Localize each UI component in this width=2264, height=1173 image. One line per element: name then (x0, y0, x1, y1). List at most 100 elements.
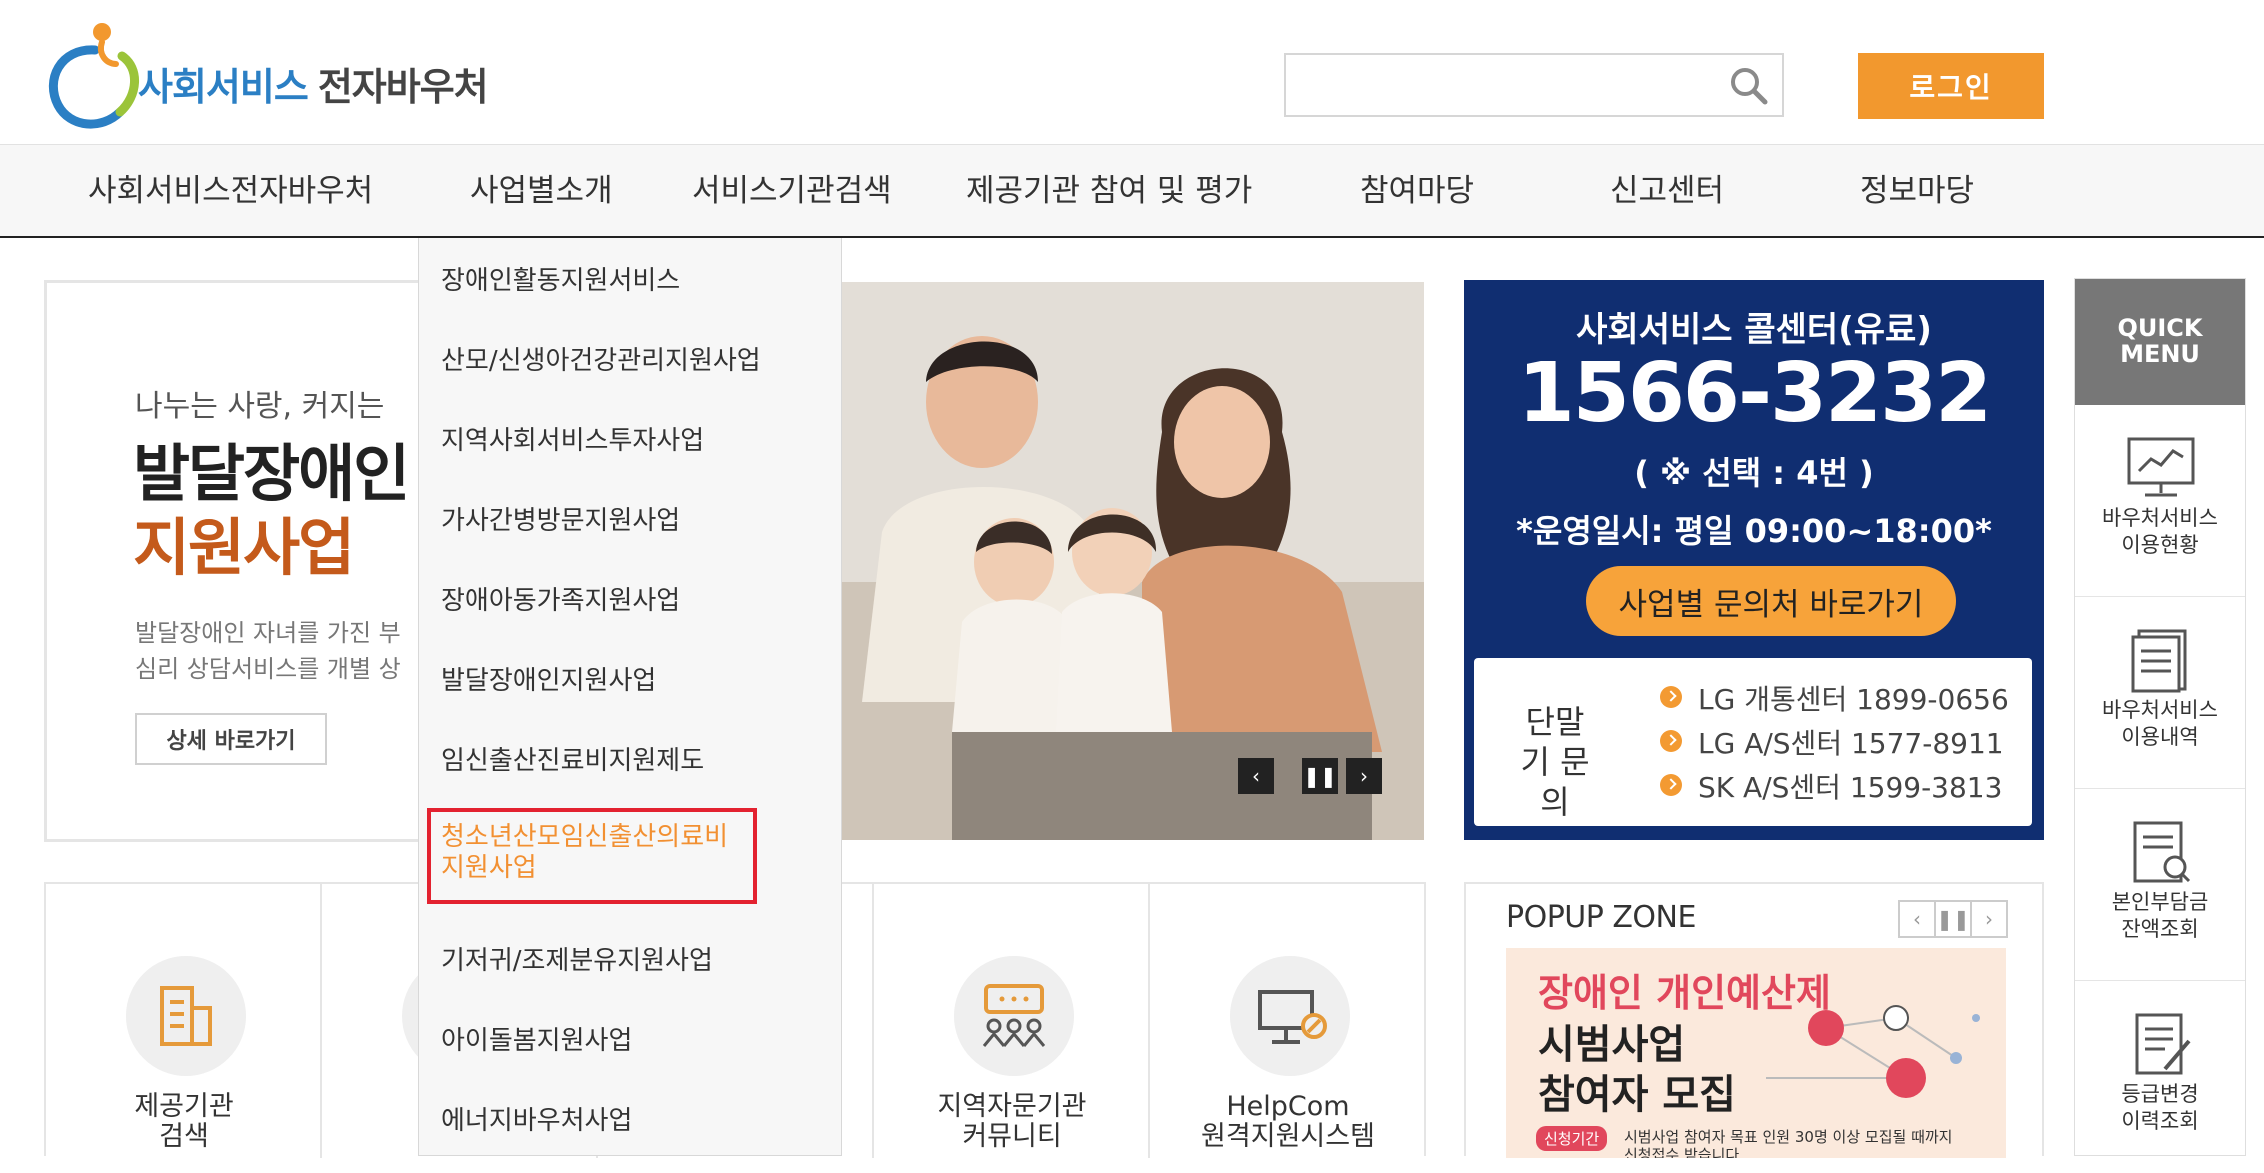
document-search-icon (2133, 821, 2191, 883)
callcenter-number: 1566-3232 (1517, 346, 1992, 441)
quick-menu-title: QUICK MENU (2075, 279, 2245, 405)
dropdown-item[interactable]: 발달장애인지원사업 (441, 660, 656, 697)
dropdown-item-label: 지원사업 (441, 853, 537, 883)
dropdown-item[interactable]: 산모/신생아건강관리지원사업 (441, 340, 761, 377)
popup-description: 시범사업 참여자 목표 인원 30명 이상 모집될 때까지 신청접수 받습니다 (1624, 1128, 1952, 1158)
callcenter-hours: *운영일시: 평일 09:00~18:00* (1516, 512, 1992, 550)
popup-description-line: 신청접수 받습니다 (1624, 1146, 1740, 1158)
quick-menu-title-line: MENU (2120, 340, 2200, 368)
login-button[interactable]: 로그인 (1858, 53, 2044, 119)
popup-description-line: 시범사업 참여자 목표 인원 30명 이상 모집될 때까지 (1624, 1128, 1953, 1146)
quick-item-label: 본인부담금 잔액조회 (2075, 889, 2245, 943)
quick-item-balance-inquiry[interactable]: 본인부담금 잔액조회 (2075, 789, 2245, 981)
quick-item-label: 등급변경 이력조회 (2075, 1081, 2245, 1135)
quick-item-usage-history[interactable]: 바우처서비스 이용내역 (2075, 597, 2245, 789)
banner-family-photo (842, 282, 1424, 840)
service-label: 제공기관 검색 (46, 1092, 322, 1152)
nav-item-agency-search[interactable]: 서비스기관검색 (692, 145, 892, 237)
banner-detail-button[interactable]: 상세 바로가기 (135, 713, 327, 765)
service-label: 지역자문기관 커뮤니티 (874, 1092, 1150, 1152)
service-helpcom[interactable]: HelpCom 원격지원시스템 (1150, 884, 1426, 1158)
community-icon (954, 956, 1074, 1076)
business-inquiry-button[interactable]: 사업별 문의처 바로가기 (1586, 566, 1956, 636)
arrow-bullet-icon (1660, 774, 1682, 796)
terminal-line: SK A/S센터 1599-3813 (1698, 771, 2003, 804)
nav-item-provider-evaluation[interactable]: 제공기관 참여 및 평가 (966, 145, 1252, 237)
search-icon[interactable] (1726, 63, 1772, 109)
service-label-line: 지역자문기관 (937, 1091, 1087, 1122)
main-nav: 사회서비스전자바우처 사업별소개 서비스기관검색 제공기관 참여 및 평가 참여… (0, 144, 2264, 238)
arrow-bullet-icon (1660, 730, 1682, 752)
quick-item-grade-history[interactable]: 등급변경 이력조회 (2075, 981, 2245, 1173)
quick-item-label-line: 이력조회 (2121, 1109, 2199, 1133)
dropdown-item[interactable]: 장애아동가족지원사업 (441, 580, 680, 617)
nav-item-report-center[interactable]: 신고센터 (1610, 145, 1724, 237)
service-label: HelpCom 원격지원시스템 (1150, 1092, 1426, 1152)
banner-description: 심리 상담서비스를 개별 상 (135, 655, 401, 683)
banner-subtitle: 나누는 사랑, 커지는 (135, 389, 385, 424)
dropdown-item-label: 청소년산모임신출산의료비 (441, 822, 729, 852)
remote-support-icon (1230, 956, 1350, 1076)
search-input[interactable] (1286, 55, 1706, 115)
popup-zone-title: POPUP ZONE (1506, 900, 1696, 935)
search-box (1284, 53, 1784, 117)
popup-zone: POPUP ZONE ‹ ❚❚ › 장애인 개인예산제 시범사업 참여자 모집 … (1464, 882, 2044, 1158)
quick-item-label: 바우처서비스 이용현황 (2075, 505, 2245, 559)
dropdown-item[interactable]: 에너지바우처사업 (441, 1100, 632, 1137)
service-regional-community[interactable]: 지역자문기관 커뮤니티 (874, 884, 1150, 1158)
service-label-line: 커뮤니티 (962, 1121, 1062, 1152)
logo-text[interactable]: 사회서비스 전자바우처 (138, 56, 489, 111)
dropdown-item[interactable]: 장애인활동지원서비스 (441, 260, 680, 297)
logo-text-primary: 사회서비스 (138, 65, 309, 109)
callcenter-select-option: ( ※ 선택 : 4번 ) (1634, 454, 1874, 492)
quick-item-label-line: 등급변경 (2121, 1082, 2199, 1106)
quick-item-label-line: 바우처서비스 (2102, 698, 2218, 722)
popup-pause-button[interactable]: ❚❚ (1934, 900, 1972, 938)
monitor-chart-icon (2127, 437, 2195, 497)
quick-item-usage-status[interactable]: 바우처서비스 이용현황 (2075, 405, 2245, 597)
quick-item-label-line: 이용내역 (2121, 725, 2199, 749)
quick-item-label: 바우처서비스 이용내역 (2075, 697, 2245, 751)
banner-description: 발달장애인 자녀를 가진 부 (135, 619, 401, 647)
service-label-line: HelpCom (1226, 1091, 1350, 1122)
document-edit-icon (2135, 1013, 2191, 1075)
terminal-inquiry-label: 단말기 문의 (1520, 703, 1590, 821)
business-intro-dropdown: 장애인활동지원서비스 산모/신생아건강관리지원사업 지역사회서비스투자사업 가사… (418, 238, 842, 1156)
terminal-line: LG 개통센터 1899-0656 (1698, 683, 2009, 716)
quick-item-label-line: 이용현황 (2121, 533, 2199, 557)
logo-text-secondary: 전자바우처 (317, 65, 489, 109)
main-banner: 나누는 사랑, 커지는 발달장애인 지원사업 발달장애인 자녀를 가진 부 심리… (44, 280, 444, 842)
popup-prev-button[interactable]: ‹ (1898, 900, 1936, 938)
nav-item-business-intro[interactable]: 사업별소개 (470, 145, 613, 237)
nav-item-participation[interactable]: 참여마당 (1360, 145, 1474, 237)
dropdown-item[interactable]: 지역사회서비스투자사업 (441, 420, 704, 457)
banner-next-button[interactable]: › (1346, 758, 1382, 794)
dropdown-item[interactable]: 기저귀/조제분유지원사업 (441, 940, 713, 977)
service-label-line: 원격지원시스템 (1201, 1121, 1375, 1152)
arrow-bullet-icon (1660, 686, 1682, 708)
nav-item-info[interactable]: 정보마당 (1860, 145, 1974, 237)
building-icon (126, 956, 246, 1076)
quick-menu-title-line: QUICK (2117, 314, 2203, 342)
quick-menu: QUICK MENU 바우처서비스 이용현황 바우처서비스 이용내역 본인부담금… (2074, 278, 2246, 1156)
terminal-inquiry-box: 단말기 문의 LG 개통센터 1899-0656 LG A/S센터 1577-8… (1474, 658, 2032, 826)
quick-item-label-line: 잔액조회 (2121, 917, 2199, 941)
dropdown-item[interactable]: 임신출산진료비지원제도 (441, 740, 704, 777)
callcenter-title: 사회서비스 콜센터(유료) (1576, 310, 1932, 350)
family-illustration (842, 282, 1424, 840)
banner-prev-button[interactable]: ‹ (1238, 758, 1274, 794)
service-provider-search[interactable]: 제공기관 검색 (46, 884, 322, 1158)
dropdown-item[interactable]: 아이돌봄지원사업 (441, 1020, 632, 1057)
quick-item-label-line: 바우처서비스 (2102, 506, 2218, 530)
nav-item-voucher[interactable]: 사회서비스전자바우처 (88, 145, 373, 237)
dropdown-item-highlighted[interactable]: 청소년산모임신출산의료비 지원사업 (427, 808, 757, 904)
dropdown-item[interactable]: 가사간병방문지원사업 (441, 500, 680, 537)
popup-next-button[interactable]: › (1970, 900, 2008, 938)
banner-title-accent: 지원사업 (133, 511, 355, 584)
popup-headline: 참여자 모집 (1538, 1072, 1736, 1118)
quick-item-label-line: 본인부담금 (2111, 890, 2209, 914)
popup-banner[interactable]: 장애인 개인예산제 시범사업 참여자 모집 신청기간 시범사업 참여자 목표 인… (1506, 948, 2006, 1158)
banner-pause-button[interactable]: ❚❚ (1302, 758, 1338, 794)
site-header: 사회서비스 전자바우처 로그인 (0, 0, 2264, 144)
popup-period-badge: 신청기간 (1536, 1126, 1608, 1151)
